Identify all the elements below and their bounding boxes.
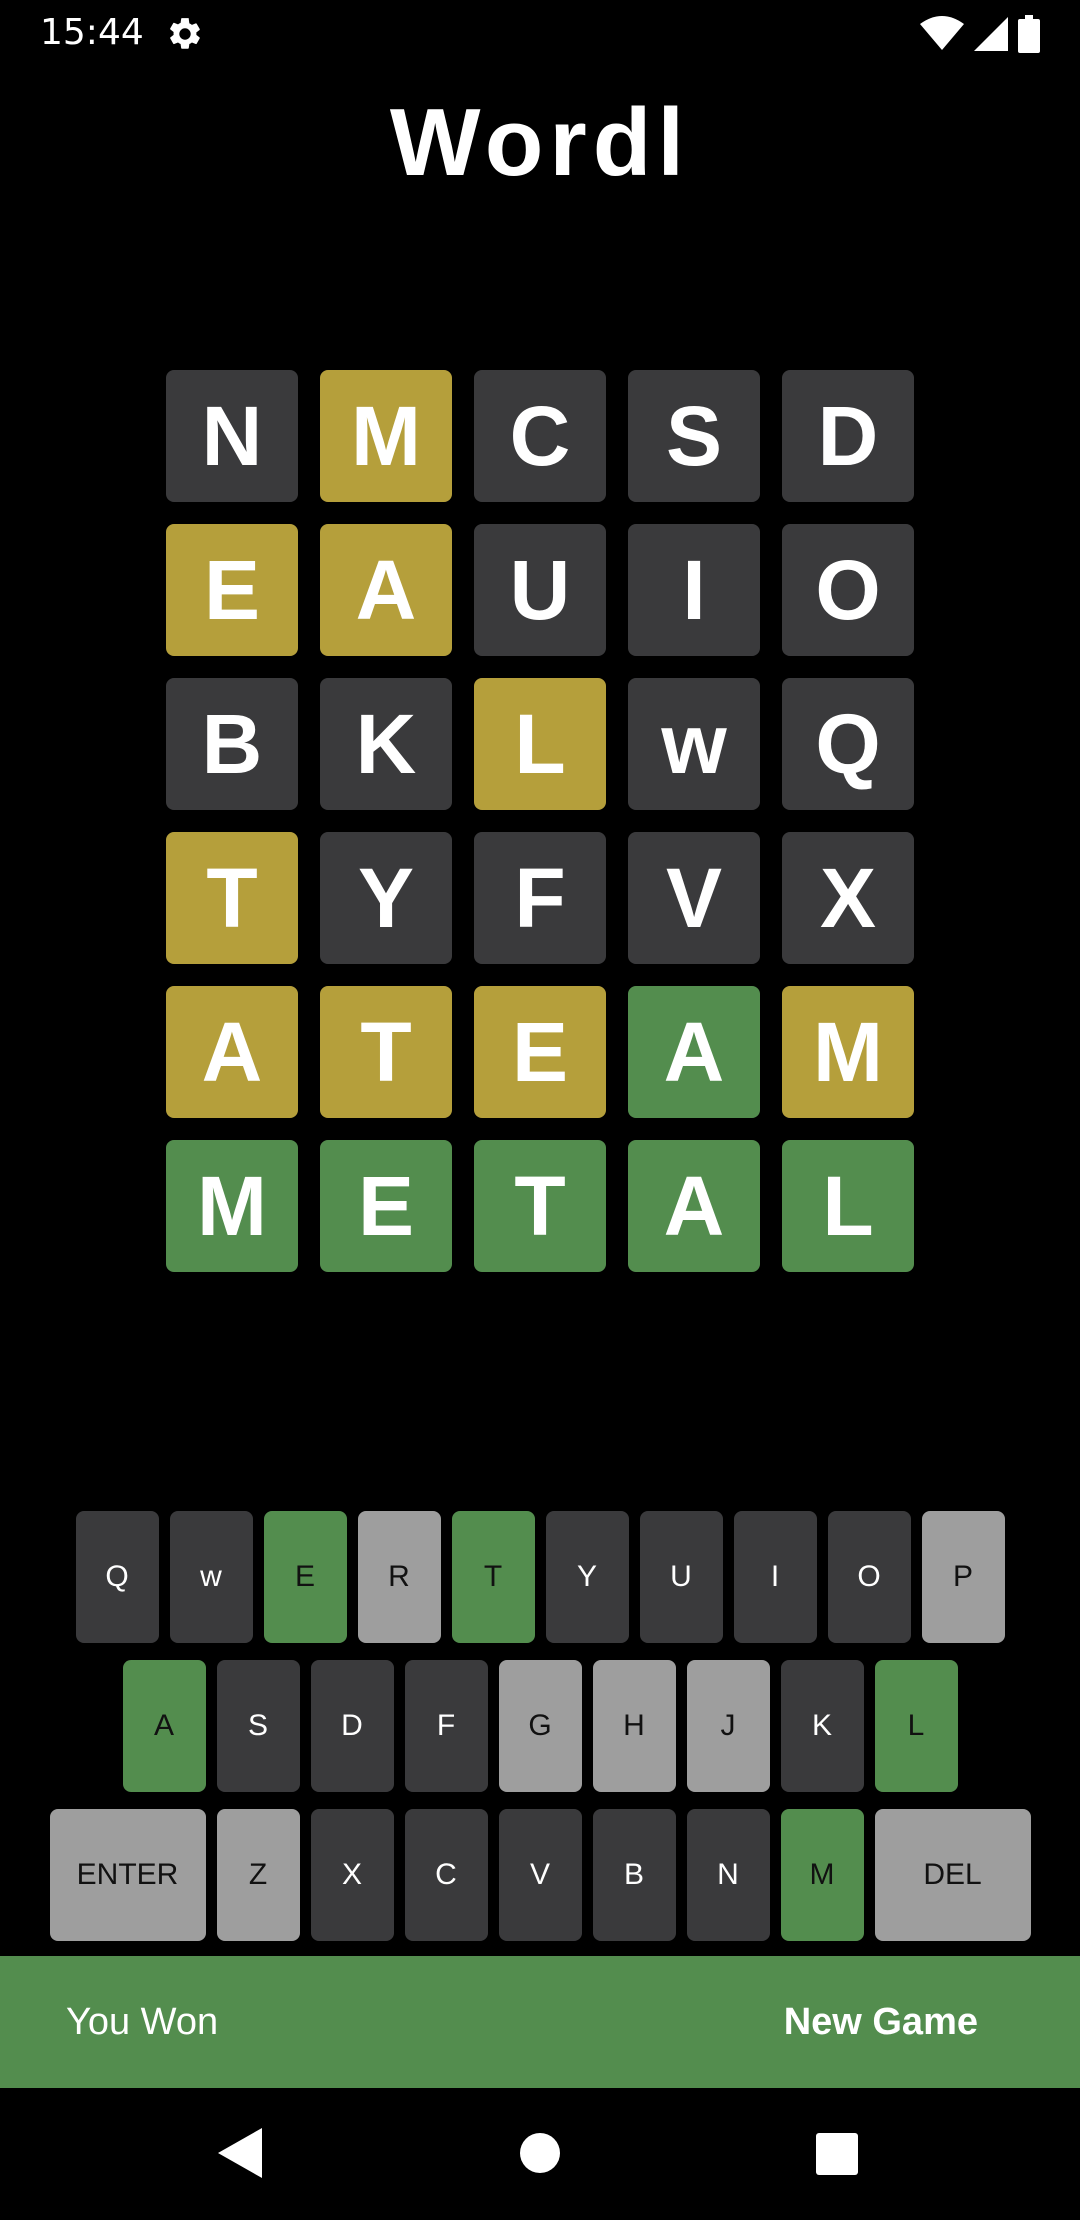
delete-key[interactable]: DEL: [874, 1809, 1031, 1941]
board-tile: X: [782, 832, 914, 964]
status-bar: 15:44: [0, 0, 1080, 66]
wifi-icon: [920, 16, 964, 52]
key-e[interactable]: E: [263, 1511, 347, 1643]
board-tile: O: [782, 524, 914, 656]
key-g[interactable]: G: [498, 1660, 582, 1792]
key-d[interactable]: D: [310, 1660, 394, 1792]
key-y[interactable]: Y: [545, 1511, 629, 1643]
board-tile: D: [782, 370, 914, 502]
key-w[interactable]: w: [169, 1511, 253, 1643]
key-r[interactable]: R: [357, 1511, 441, 1643]
board-tile: E: [474, 986, 606, 1118]
board-tile: U: [474, 524, 606, 656]
page-title: Wordl: [389, 89, 691, 196]
signal-icon: [974, 17, 1008, 51]
key-l[interactable]: L: [874, 1660, 958, 1792]
key-u[interactable]: U: [639, 1511, 723, 1643]
board-tile: T: [474, 1140, 606, 1272]
keyboard-row: QwERTYUIOP: [0, 1511, 1080, 1643]
board-tile: L: [474, 678, 606, 810]
board-row: BKLwQ: [166, 678, 914, 810]
key-x[interactable]: X: [310, 1809, 394, 1941]
key-k[interactable]: K: [780, 1660, 864, 1792]
key-o[interactable]: O: [827, 1511, 911, 1643]
board-tile: E: [320, 1140, 452, 1272]
board-tile: w: [628, 678, 760, 810]
key-t[interactable]: T: [451, 1511, 535, 1643]
status-time: 15:44: [40, 12, 144, 53]
board-tile: T: [320, 986, 452, 1118]
key-a[interactable]: A: [122, 1660, 206, 1792]
key-j[interactable]: J: [686, 1660, 770, 1792]
board-tile: M: [320, 370, 452, 502]
key-b[interactable]: B: [592, 1809, 676, 1941]
board-tile: I: [628, 524, 760, 656]
key-p[interactable]: P: [921, 1511, 1005, 1643]
board-tile: C: [474, 370, 606, 502]
board-row: EAUIO: [166, 524, 914, 656]
key-q[interactable]: Q: [75, 1511, 159, 1643]
recents-icon[interactable]: [816, 2133, 858, 2175]
game-board: NMCSDEAUIOBKLwQTYFVXATEAMMETAL: [166, 370, 914, 1294]
key-z[interactable]: Z: [216, 1809, 300, 1941]
board-tile: M: [782, 986, 914, 1118]
board-tile: A: [320, 524, 452, 656]
key-f[interactable]: F: [404, 1660, 488, 1792]
app-screen: 15:44 Wordl N M C S D E A U I O B K L w …: [0, 0, 1080, 2220]
board-tile: A: [628, 986, 760, 1118]
board-tile: M: [166, 1140, 298, 1272]
key-i[interactable]: I: [733, 1511, 817, 1643]
on-screen-keyboard: Qw E R T Y U I O P A S D F G H J K L ENTER Z X C V B N M DEL: [0, 1511, 1080, 1958]
board-tile: F: [474, 832, 606, 964]
board-tile: T: [166, 832, 298, 964]
result-banner: You Won New Game: [0, 1956, 1080, 2088]
gear-icon: [166, 15, 204, 53]
key-s[interactable]: S: [216, 1660, 300, 1792]
board-row: ATEAM: [166, 986, 914, 1118]
key-m[interactable]: M: [780, 1809, 864, 1941]
board-tile: N: [166, 370, 298, 502]
key-c[interactable]: C: [404, 1809, 488, 1941]
board-tile: S: [628, 370, 760, 502]
status-icons: [920, 14, 1040, 54]
board-tile: A: [166, 986, 298, 1118]
key-v[interactable]: V: [498, 1809, 582, 1941]
board-tile: K: [320, 678, 452, 810]
board-tile: E: [166, 524, 298, 656]
board-tile: B: [166, 678, 298, 810]
enter-key[interactable]: ENTER: [49, 1809, 206, 1941]
home-icon[interactable]: [520, 2133, 560, 2173]
key-n[interactable]: N: [686, 1809, 770, 1941]
result-message: You Won: [66, 2001, 219, 2043]
back-icon[interactable]: [218, 2128, 262, 2178]
board-row: TYFVX: [166, 832, 914, 964]
navigation-bar: [0, 2088, 1080, 2220]
new-game-button[interactable]: New Game: [784, 1956, 978, 2088]
keyboard-row: ENTER Z X C V B N M DEL: [0, 1809, 1080, 1941]
board-tile: L: [782, 1140, 914, 1272]
battery-icon: [1018, 15, 1040, 53]
board-tile: V: [628, 832, 760, 964]
key-h[interactable]: H: [592, 1660, 676, 1792]
board-tile: Y: [320, 832, 452, 964]
board-row: NMCSD: [166, 370, 914, 502]
board-tile: A: [628, 1140, 760, 1272]
board-tile: Q: [782, 678, 914, 810]
keyboard-row: ASDFGHJKL: [0, 1660, 1080, 1792]
board-row: METAL: [166, 1140, 914, 1272]
